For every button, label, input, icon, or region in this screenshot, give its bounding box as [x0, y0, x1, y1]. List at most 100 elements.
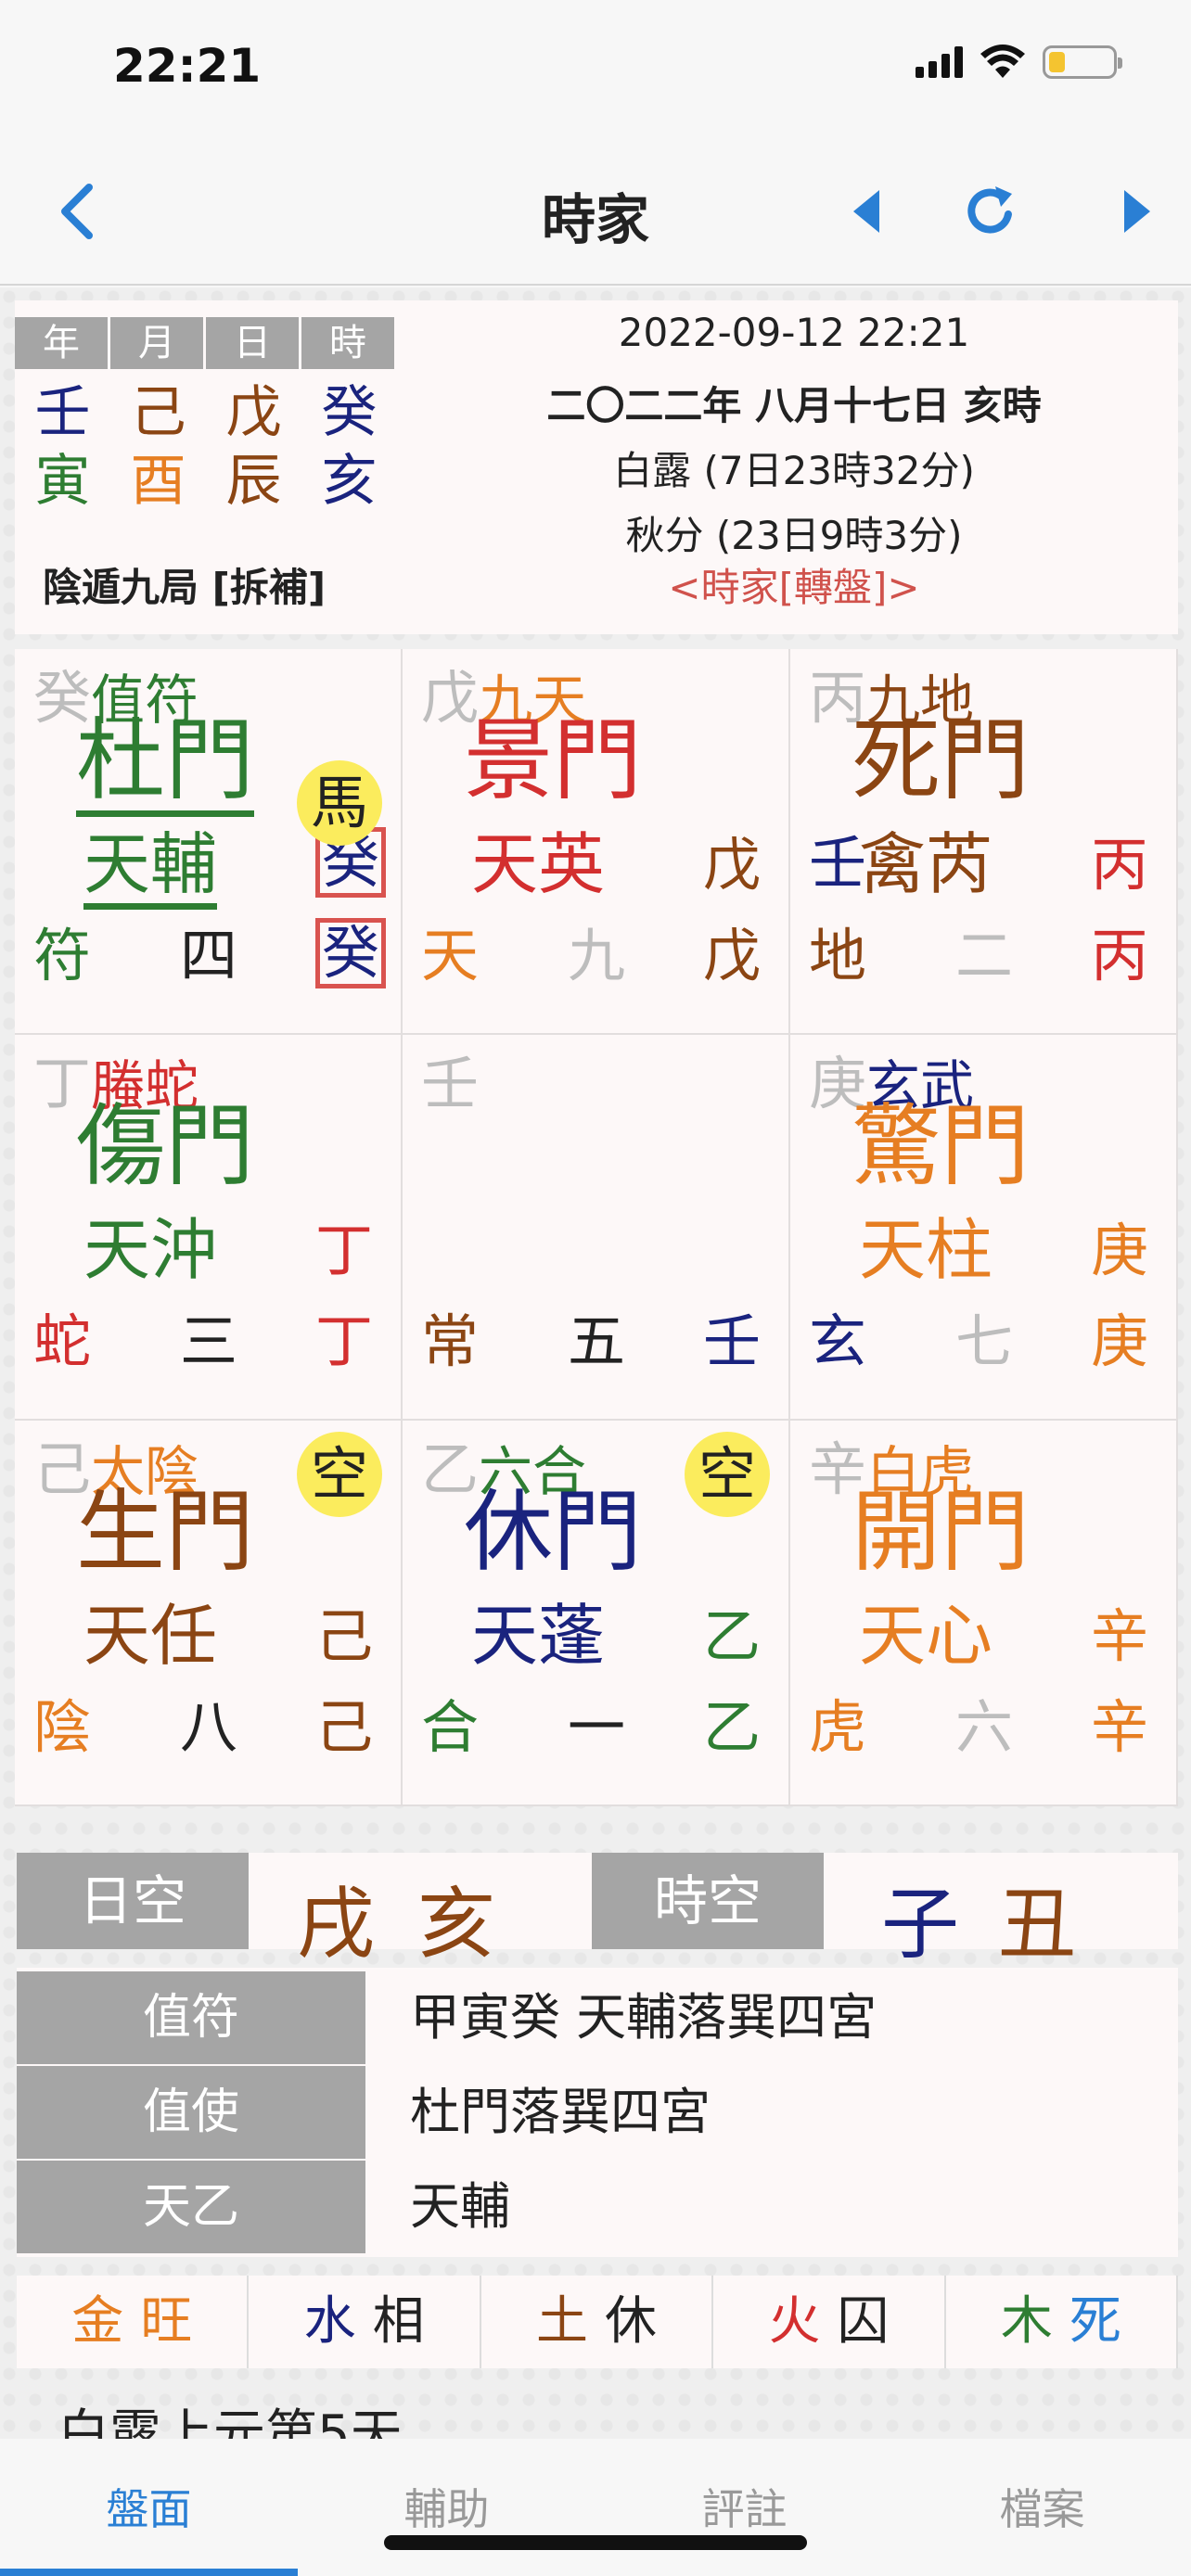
palace-cell[interactable]: 乙六合 休門 天蓬乙合一乙空 — [403, 1421, 790, 1806]
zhishi-label: 值使 — [17, 2066, 365, 2159]
wuxing-state: 旺 — [140, 2291, 193, 2352]
palace-door: 傷門 — [76, 1094, 254, 1198]
wuxing-element: 水 — [303, 2291, 356, 2352]
previous-button[interactable] — [829, 174, 903, 249]
palace-door: 杜門 — [76, 716, 254, 817]
palace-cell[interactable]: 癸值符 杜門 天輔癸符四癸馬 — [15, 649, 403, 1035]
date-time: 2022-09-12 22:21 — [618, 310, 970, 355]
pillar-label-year: 年 — [15, 317, 108, 369]
palace-earth-stem-bottom: 壬 — [703, 1307, 762, 1375]
palace-star: 天輔 — [83, 831, 218, 910]
palace-number: 七 — [955, 1307, 1014, 1375]
wuxing-element: 火 — [768, 2291, 821, 2352]
palace-deity-short: 玄 — [809, 1307, 867, 1375]
next-button[interactable] — [1100, 174, 1174, 249]
tab-chart[interactable]: 盤面 — [0, 2476, 298, 2537]
wuxing-row: 金旺水相土休火囚木死 — [17, 2276, 1179, 2368]
pillar-label-month: 月 — [110, 317, 203, 369]
hour-void-a: 子 — [881, 1879, 960, 1970]
wuxing-state: 死 — [1069, 2291, 1121, 2352]
palace-cell[interactable]: 辛白虎 開門 天心辛虎六辛 — [790, 1421, 1178, 1806]
wuxing-state: 休 — [605, 2291, 658, 2352]
palace-door: 開門 — [852, 1480, 1030, 1584]
day-void-b: 亥 — [417, 1879, 496, 1970]
palace-star: 天柱 — [859, 1211, 993, 1289]
tab-files[interactable]: 檔案 — [893, 2476, 1191, 2537]
palace-number: 五 — [568, 1307, 626, 1375]
palace-star: 天英 — [471, 825, 606, 903]
palace-earth-stem-bottom: 己 — [315, 1693, 374, 1761]
pillar-label-hour: 時 — [301, 317, 394, 369]
refresh-icon — [967, 186, 1012, 234]
palace-earth-stem-bottom: 戊 — [703, 922, 762, 989]
palace-heaven-stem: 乙 — [703, 1602, 762, 1670]
pillar-branches: 寅 酉 辰 亥 — [15, 449, 397, 514]
wuxing-cell: 土休 — [481, 2276, 714, 2368]
triangle-left-icon — [853, 190, 879, 233]
palace-number: 一 — [568, 1693, 626, 1761]
palace-door: 驚門 — [852, 1094, 1030, 1198]
pillar-label-day: 日 — [206, 317, 299, 369]
palace-earth-stem-bottom: 癸 — [315, 918, 387, 988]
triangle-right-icon — [1124, 190, 1150, 233]
lunar-date: 二〇二二年 八月十七日 亥時 — [546, 383, 1042, 428]
palace-star: 天蓬 — [471, 1597, 606, 1675]
wuxing-cell: 水相 — [249, 2276, 481, 2368]
palace-earth-stem-bottom: 丁 — [315, 1307, 374, 1375]
palace-cell[interactable]: 壬常五壬 — [403, 1035, 790, 1421]
palace-heaven-stem: 丙 — [1091, 831, 1149, 899]
wuxing-cell: 木死 — [946, 2276, 1179, 2368]
palace-earth-stem-bottom: 乙 — [703, 1693, 762, 1761]
cellular-signal-icon — [916, 46, 963, 78]
palace-door: 生門 — [76, 1480, 254, 1584]
palace-number: 四 — [180, 922, 238, 989]
palace-number: 八 — [180, 1693, 238, 1761]
palace-earth-stem-bottom: 丙 — [1091, 922, 1149, 989]
palace-cell[interactable]: 戊九天 景門 天英戊天九戊 — [403, 649, 790, 1035]
palace-cell[interactable]: 己太陰 生門 天任己陰八己空 — [15, 1421, 403, 1806]
palace-deity-short: 符 — [33, 922, 92, 989]
palace-star: 天心 — [859, 1597, 993, 1675]
hour-void-b: 丑 — [998, 1879, 1077, 1970]
status-bar: 22:21 — [0, 0, 1191, 139]
palace-cell[interactable]: 庚玄武 驚門 天柱庚玄七庚 — [790, 1035, 1178, 1421]
palace-heaven-stem: 己 — [315, 1602, 374, 1670]
mode-link[interactable]: <時家[轉盤]> — [404, 556, 1184, 613]
zhishi-value: 杜門落巽四宮 — [410, 2083, 711, 2141]
wuxing-state: 囚 — [837, 2291, 890, 2352]
zhifu-value: 甲寅癸 天輔落巽四宮 — [410, 1988, 877, 2047]
stem-year: 壬 — [34, 380, 91, 445]
tab-assist[interactable]: 輔助 — [298, 2476, 596, 2537]
branch-month: 酉 — [130, 449, 186, 514]
palace-heaven-stem: 辛 — [1091, 1602, 1149, 1670]
palace-heaven-stem: 丁 — [315, 1217, 374, 1284]
ju-label: 陰遁九局 [拆補] — [43, 565, 327, 610]
stem-hour: 癸 — [321, 380, 378, 445]
wuxing-cell: 火囚 — [713, 2276, 946, 2368]
detail-table: 值符 甲寅癸 天輔落巽四宮 值使 杜門落巽四宮 天乙 天輔 — [17, 1968, 1178, 2257]
palace-heaven-stem: 庚 — [1091, 1217, 1149, 1284]
wuxing-element: 木 — [1000, 2291, 1053, 2352]
palace-earth-stem-bottom: 庚 — [1091, 1307, 1149, 1375]
palace-star: 天任 — [83, 1597, 218, 1675]
wuxing-cell: 金旺 — [17, 2276, 250, 2368]
tianyi-label: 天乙 — [17, 2161, 365, 2253]
palace-earth-stem: 壬 — [421, 1050, 480, 1117]
palace-deity-short: 天 — [421, 922, 480, 989]
active-tab-indicator — [0, 2569, 298, 2576]
palace-deity-short: 地 — [809, 922, 867, 989]
tianyi-value: 天輔 — [410, 2177, 510, 2236]
palace-cell[interactable]: 丁螣蛇 傷門 天沖丁蛇三丁 — [15, 1035, 403, 1421]
battery-icon — [1043, 45, 1122, 79]
palace-cell[interactable]: 丙九地 死門 禽芮壬丙地二丙 — [790, 649, 1178, 1035]
void-row: 日空 戌 亥 時空 子 丑 — [17, 1853, 1178, 1970]
tab-notes[interactable]: 評註 — [596, 2476, 893, 2537]
palace-number: 九 — [568, 922, 626, 989]
solar-term-next: 秋分 (23日9時3分) — [625, 513, 963, 558]
palace-deity-short: 合 — [421, 1693, 480, 1761]
stem-day: 戊 — [225, 380, 282, 445]
branch-hour: 亥 — [321, 449, 378, 514]
refresh-button[interactable] — [954, 174, 1028, 249]
palace-door: 景門 — [464, 708, 642, 812]
palace-number: 二 — [955, 922, 1014, 989]
